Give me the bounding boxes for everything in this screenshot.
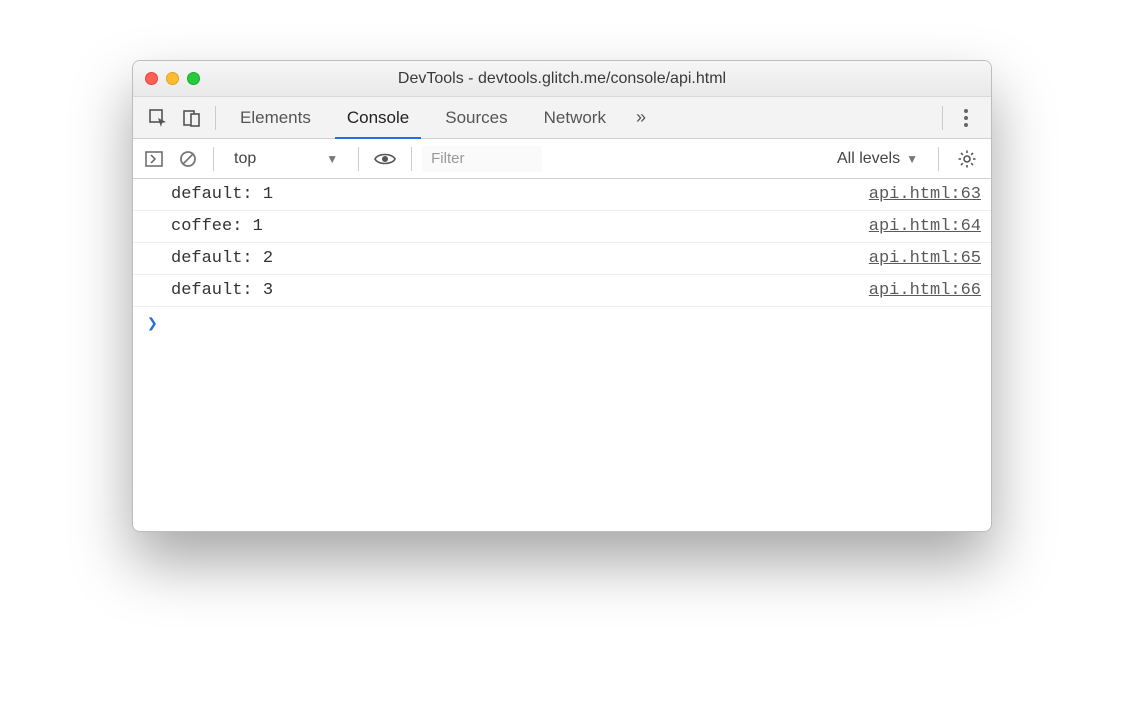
log-message: default: 3	[171, 281, 869, 300]
log-source-link[interactable]: api.html:65	[869, 249, 981, 268]
execution-context-selector[interactable]: top ▼	[224, 145, 348, 173]
prompt-chevron-icon: ❯	[147, 313, 158, 335]
devtools-tabstrip: Elements Console Sources Network »	[133, 97, 991, 139]
caret-down-icon: ▼	[326, 152, 338, 166]
tab-label: Console	[347, 108, 409, 128]
tabs-overflow-button[interactable]: »	[624, 107, 658, 128]
minimize-window-button[interactable]	[166, 72, 179, 85]
console-log-row: coffee: 1api.html:64	[133, 211, 991, 243]
log-source-link[interactable]: api.html:64	[869, 217, 981, 236]
log-source-link[interactable]: api.html:66	[869, 281, 981, 300]
console-log-row: default: 2api.html:65	[133, 243, 991, 275]
titlebar: DevTools - devtools.glitch.me/console/ap…	[133, 61, 991, 97]
live-expression-icon[interactable]	[369, 152, 401, 166]
console-settings-icon[interactable]	[949, 150, 985, 168]
device-toolbar-icon[interactable]	[175, 97, 209, 139]
log-message: coffee: 1	[171, 217, 869, 236]
inspect-element-icon[interactable]	[141, 97, 175, 139]
toggle-sidebar-icon[interactable]	[139, 138, 169, 180]
tab-sources[interactable]: Sources	[427, 97, 525, 138]
filter-input[interactable]	[422, 146, 542, 172]
log-message: default: 2	[171, 249, 869, 268]
tab-console[interactable]: Console	[329, 97, 427, 138]
console-log-row: default: 3api.html:66	[133, 275, 991, 307]
tab-label: Elements	[240, 108, 311, 128]
more-options-button[interactable]	[949, 97, 983, 139]
caret-down-icon: ▼	[906, 152, 918, 166]
levels-label: All levels	[837, 150, 900, 168]
divider	[215, 106, 216, 130]
maximize-window-button[interactable]	[187, 72, 200, 85]
context-label: top	[234, 150, 256, 168]
log-message: default: 1	[171, 185, 869, 204]
tab-elements[interactable]: Elements	[222, 97, 329, 138]
log-levels-selector[interactable]: All levels ▼	[827, 150, 928, 168]
divider	[213, 147, 214, 171]
console-toolbar: top ▼ All levels ▼	[133, 139, 991, 179]
window-title: DevTools - devtools.glitch.me/console/ap…	[133, 70, 991, 88]
console-input[interactable]	[170, 313, 981, 335]
console-prompt-row: ❯	[133, 307, 991, 341]
divider	[358, 147, 359, 171]
log-source-link[interactable]: api.html:63	[869, 185, 981, 204]
close-window-button[interactable]	[145, 72, 158, 85]
clear-console-icon[interactable]	[173, 138, 203, 180]
devtools-window: DevTools - devtools.glitch.me/console/ap…	[132, 60, 992, 532]
console-blank-area	[133, 341, 991, 531]
tab-network[interactable]: Network	[526, 97, 624, 138]
divider	[942, 106, 943, 130]
chevron-double-right-icon: »	[636, 107, 646, 128]
divider	[411, 147, 412, 171]
console-body: default: 1api.html:63coffee: 1api.html:6…	[133, 179, 991, 531]
divider	[938, 147, 939, 171]
tab-label: Network	[544, 108, 606, 128]
traffic-lights	[145, 72, 200, 85]
tab-label: Sources	[445, 108, 507, 128]
console-log-row: default: 1api.html:63	[133, 179, 991, 211]
